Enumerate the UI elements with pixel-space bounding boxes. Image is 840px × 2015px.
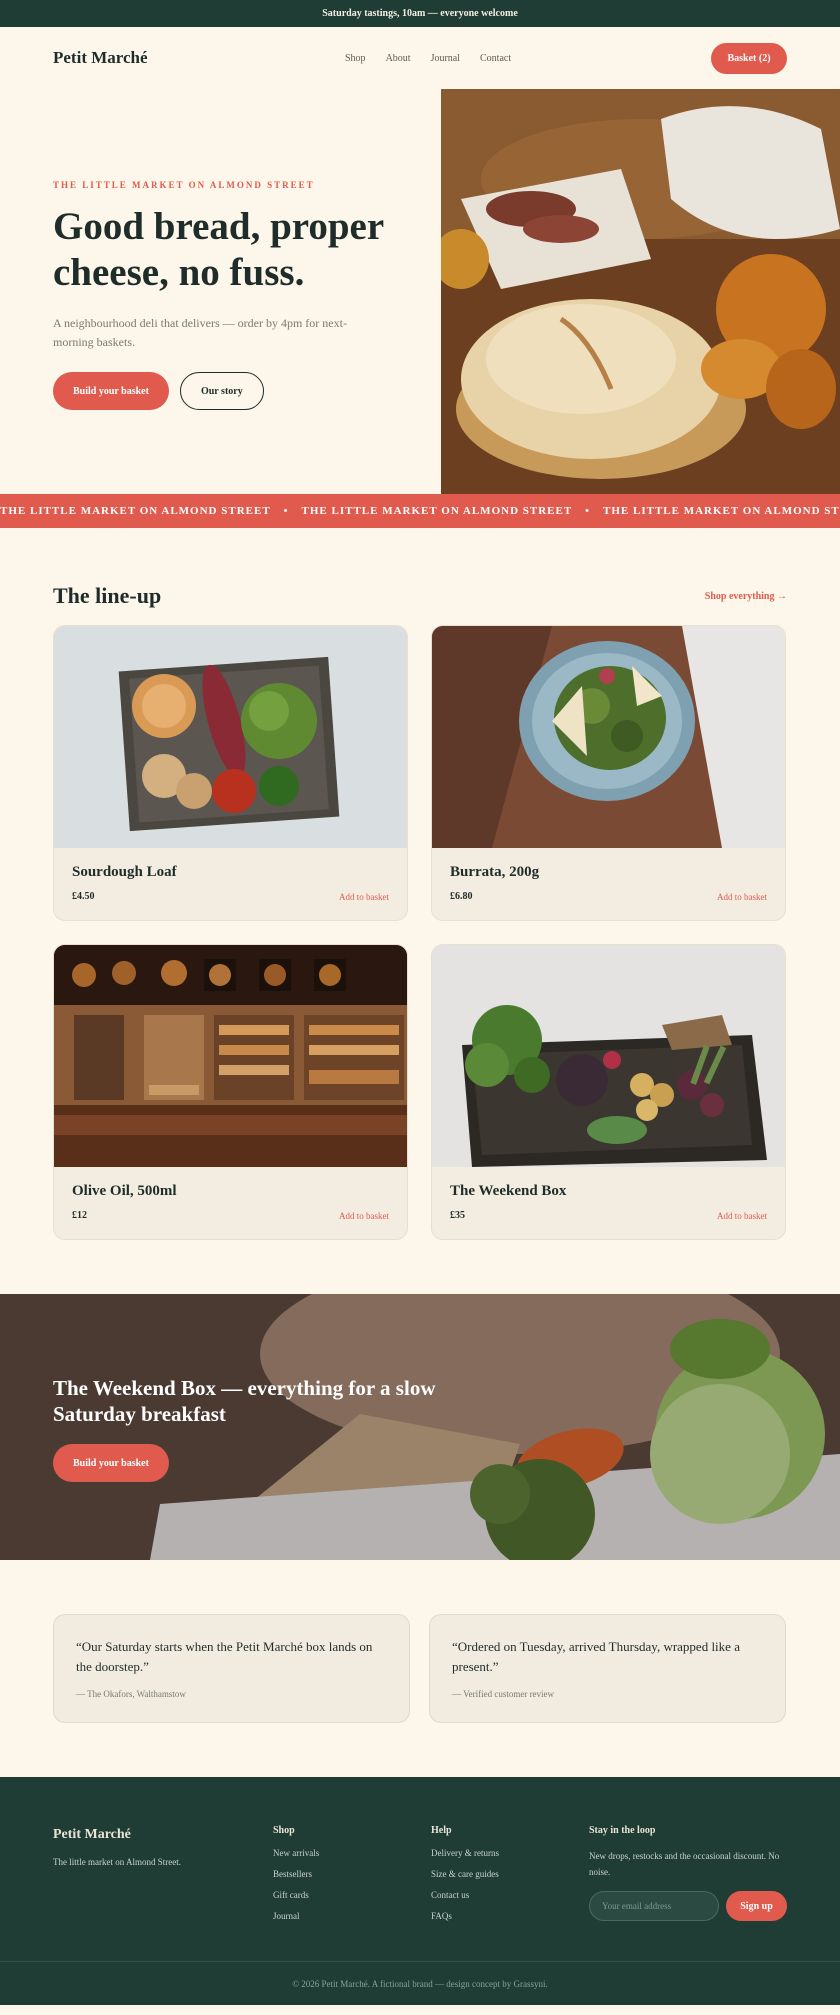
marquee-separator: • — [585, 505, 591, 517]
product-name: Olive Oil, 500ml — [72, 1183, 177, 1199]
product-price: £6.80 — [450, 891, 473, 902]
marquee-band: THE LITTLE MARKET ON ALMOND STREET • THE… — [0, 494, 840, 528]
nav-link-shop[interactable]: Shop — [345, 53, 366, 64]
product-name: Sourdough Loaf — [72, 864, 177, 880]
hero-subtitle: A neighbourhood deli that delivers — ord… — [53, 316, 347, 349]
nav-link-contact[interactable]: Contact — [480, 53, 511, 64]
product-info: The Weekend Box £35 Add to basket — [432, 1167, 785, 1239]
footer-link-faqs[interactable]: FAQs — [431, 1911, 589, 1921]
footer-link-gift-cards[interactable]: Gift cards — [273, 1890, 431, 1900]
hero-actions: Build your basket Our story — [53, 372, 393, 410]
review-author: — Verified customer review — [452, 1689, 555, 1699]
footer-link-size-guides[interactable]: Size & care guides — [431, 1869, 589, 1879]
site-footer: Petit Marché The little market on Almond… — [0, 1777, 840, 2005]
site-header: Petit Marché Shop About Journal Contact … — [0, 27, 840, 89]
product-image — [432, 626, 785, 848]
add-to-basket-link[interactable]: Add to basket — [717, 892, 767, 902]
product-grid: Sourdough Loaf £4.50 Add to basket Burra… — [53, 625, 787, 1240]
marquee-item: THE LITTLE MARKET ON ALMOND STREET — [603, 505, 840, 517]
copyright-text: © 2026 Petit Marché. A fictional brand —… — [292, 1978, 548, 1989]
marquee-item: THE LITTLE MARKET ON ALMOND STREET — [301, 505, 573, 517]
hero-section: THE LITTLE MARKET ON ALMOND STREET Good … — [0, 89, 840, 494]
basket-button[interactable]: Basket (2) — [711, 42, 787, 74]
footer-link-bestsellers[interactable]: Bestsellers — [273, 1869, 431, 1879]
footer-link-contact[interactable]: Contact us — [431, 1890, 589, 1900]
shop-everything-link[interactable]: Shop everything → — [705, 591, 787, 602]
product-card[interactable]: The Weekend Box £35 Add to basket — [431, 944, 786, 1240]
build-basket-button[interactable]: Build your basket — [53, 372, 169, 410]
hero-eyebrow: THE LITTLE MARKET ON ALMOND STREET — [53, 180, 315, 190]
product-image — [432, 945, 785, 1167]
hero-title: Good bread, proper cheese, no fuss. — [53, 205, 384, 294]
hero-text: THE LITTLE MARKET ON ALMOND STREET Good … — [53, 180, 393, 410]
footer-newsletter: Stay in the loop New drops, restocks and… — [589, 1825, 787, 1932]
newsletter-form: Sign up — [589, 1891, 787, 1921]
marquee-separator: • — [283, 505, 289, 517]
footer-columns: Petit Marché The little market on Almond… — [53, 1825, 787, 1932]
footer-link-delivery[interactable]: Delivery & returns — [431, 1848, 589, 1858]
product-price: £4.50 — [72, 891, 95, 902]
product-info: Burrata, 200g £6.80 Add to basket — [432, 848, 785, 920]
product-image — [54, 626, 407, 848]
product-card[interactable]: Burrata, 200g £6.80 Add to basket — [431, 625, 786, 921]
footer-brand: Petit Marché The little market on Almond… — [53, 1825, 273, 1932]
product-info: Olive Oil, 500ml £12 Add to basket — [54, 1167, 407, 1239]
nav-link-journal[interactable]: Journal — [431, 53, 460, 64]
promo-title: The Weekend Box — everything for a slow … — [53, 1376, 436, 1426]
reviews-section: “Our Saturday starts when the Petit Marc… — [0, 1560, 840, 1777]
newsletter-description: New drops, restocks and the occasional d… — [589, 1851, 780, 1877]
footer-logo[interactable]: Petit Marché — [53, 1827, 273, 1843]
lineup-title: The line-up — [53, 583, 162, 608]
product-card[interactable]: Sourdough Loaf £4.50 Add to basket — [53, 625, 408, 921]
product-info: Sourdough Loaf £4.50 Add to basket — [54, 848, 407, 920]
review-quote: “Ordered on Tuesday, arrived Thursday, w… — [452, 1639, 740, 1674]
footer-heading-shop: Shop — [273, 1825, 295, 1836]
announcement-bar: Saturday tastings, 10am — everyone welco… — [0, 0, 840, 27]
add-to-basket-link[interactable]: Add to basket — [339, 1211, 389, 1221]
product-card[interactable]: Olive Oil, 500ml £12 Add to basket — [53, 944, 408, 1240]
footer-heading-help: Help — [431, 1825, 452, 1836]
lineup-header: The line-up Shop everything → — [53, 583, 787, 609]
hero-image — [441, 89, 840, 494]
newsletter-signup-button[interactable]: Sign up — [726, 1891, 787, 1921]
product-meta: £6.80 Add to basket — [450, 891, 767, 902]
footer-help-column: Help Delivery & returns Size & care guid… — [431, 1825, 589, 1932]
promo-content: The Weekend Box — everything for a slow … — [53, 1375, 473, 1482]
announcement-text: Saturday tastings, 10am — everyone welco… — [322, 8, 518, 19]
product-meta: £12 Add to basket — [72, 1210, 389, 1221]
lineup-section: The line-up Shop everything → Sourdough … — [0, 528, 840, 1240]
marquee-item: THE LITTLE MARKET ON ALMOND STREET — [0, 505, 271, 517]
product-name: Burrata, 200g — [450, 864, 540, 880]
review-quote: “Our Saturday starts when the Petit Marc… — [76, 1639, 373, 1674]
nav-link-about[interactable]: About — [386, 53, 411, 64]
main-nav: Shop About Journal Contact — [345, 27, 511, 89]
footer-link-new-arrivals[interactable]: New arrivals — [273, 1848, 431, 1858]
promo-banner: The Weekend Box — everything for a slow … — [0, 1294, 840, 1560]
add-to-basket-link[interactable]: Add to basket — [339, 892, 389, 902]
review-card: “Our Saturday starts when the Petit Marc… — [53, 1614, 410, 1723]
newsletter-heading: Stay in the loop — [589, 1825, 656, 1836]
footer-tagline: The little market on Almond Street. — [53, 1857, 181, 1867]
footer-bottom-bar: © 2026 Petit Marché. A fictional brand —… — [0, 1961, 840, 2005]
product-price: £35 — [450, 1210, 465, 1221]
our-story-button[interactable]: Our story — [179, 372, 264, 410]
newsletter-email-input[interactable] — [589, 1891, 719, 1921]
promo-build-basket-button[interactable]: Build your basket — [53, 1444, 169, 1482]
product-meta: £35 Add to basket — [450, 1210, 767, 1221]
review-author: — The Okafors, Walthamstow — [76, 1689, 186, 1699]
product-meta: £4.50 Add to basket — [72, 891, 389, 902]
footer-link-journal[interactable]: Journal — [273, 1911, 431, 1921]
review-card: “Ordered on Tuesday, arrived Thursday, w… — [429, 1614, 786, 1723]
add-to-basket-link[interactable]: Add to basket — [717, 1211, 767, 1221]
site-logo[interactable]: Petit Marché — [53, 48, 148, 68]
product-name: The Weekend Box — [450, 1183, 567, 1199]
product-price: £12 — [72, 1210, 87, 1221]
product-image — [54, 945, 407, 1167]
footer-shop-column: Shop New arrivals Bestsellers Gift cards… — [273, 1825, 431, 1932]
